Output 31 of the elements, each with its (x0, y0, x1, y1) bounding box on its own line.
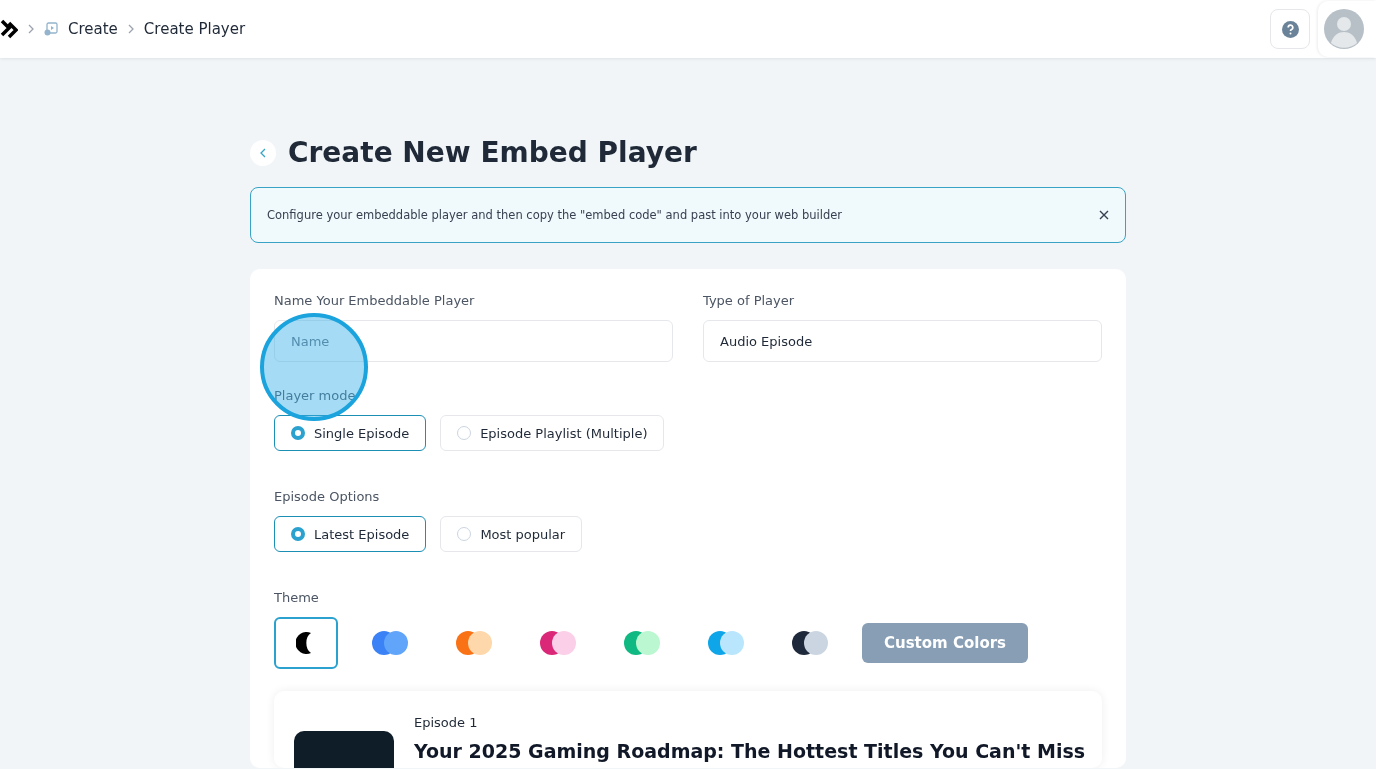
chevron-right-icon (127, 24, 134, 34)
chevron-left-icon (259, 147, 267, 158)
theme-swatch[interactable] (274, 617, 338, 669)
radio-option[interactable]: Single Episode (274, 415, 427, 451)
help-icon (1281, 20, 1299, 38)
field-label: Name Your Embeddable Player (274, 293, 476, 308)
radio-option[interactable]: Episode Playlist (Multiple) (440, 415, 665, 451)
page-title: Create New Embed Player (288, 136, 697, 169)
info-text: Configure your embeddable player and then copy the "embed code" and past into your web builder (267, 208, 843, 222)
group-label: Player mode (274, 388, 357, 403)
radio-icon (457, 426, 472, 440)
group-label: Theme (274, 590, 320, 605)
logo-icon[interactable] (0, 19, 18, 39)
episode-title: Your 2025 Gaming Roadmap: The Hottest Titles You Can't Miss (414, 740, 1085, 762)
chevron-right-icon (28, 24, 34, 34)
episode-number: Episode 1 (414, 715, 479, 730)
input-field[interactable]: Name (274, 320, 673, 362)
radio-icon (291, 426, 305, 440)
radio-icon (291, 527, 305, 541)
breadcrumb-link[interactable]: Create Player (143, 20, 246, 38)
radio-option[interactable]: Latest Episode (274, 516, 427, 552)
group-label: Episode Options (274, 489, 381, 504)
player-icon (44, 22, 58, 36)
radio-option[interactable]: Most popular (440, 516, 583, 552)
close-icon (1099, 210, 1109, 220)
radio-icon (457, 527, 472, 541)
field-label: Type of Player (703, 293, 796, 308)
close-button[interactable] (1099, 210, 1109, 220)
breadcrumb-link[interactable]: Create (68, 20, 118, 38)
input-field[interactable]: Audio Episode (703, 320, 1102, 362)
help-button[interactable] (1270, 9, 1310, 49)
